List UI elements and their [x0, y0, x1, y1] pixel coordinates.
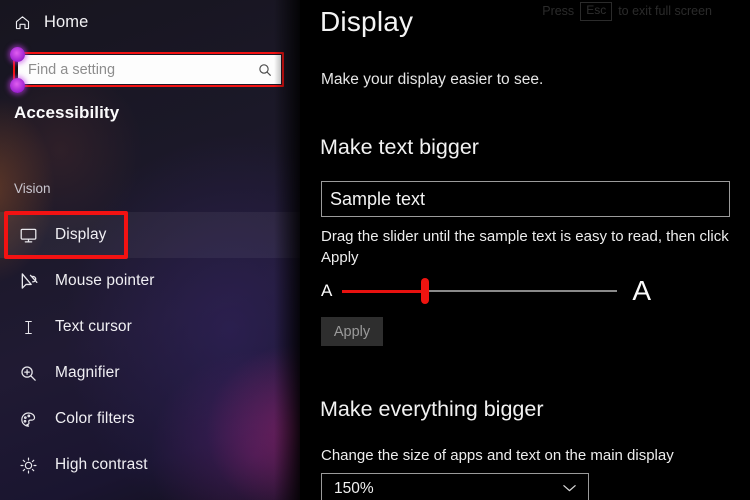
settings-window: Home Accessibility Vision	[0, 0, 750, 500]
slider-min-label: A	[321, 281, 333, 300]
main-content: Press Esc to exit full screen Display Ma…	[300, 0, 750, 500]
home-icon	[14, 14, 31, 31]
chevron-down-icon	[562, 480, 577, 498]
sidebar-item-display[interactable]: Display	[0, 212, 300, 258]
slider-max-label: A	[632, 275, 651, 306]
section-heading-make-text-bigger: Make text bigger	[320, 135, 479, 159]
page-title: Display	[320, 6, 414, 37]
page-subtitle: Make your display easier to see.	[321, 71, 544, 88]
apply-button[interactable]: Apply	[321, 317, 383, 346]
sidebar-item-magnifier[interactable]: Magnifier	[0, 350, 300, 396]
selection-handle-top-icon[interactable]	[10, 47, 25, 62]
sidebar-item-high-contrast[interactable]: High contrast	[0, 442, 300, 488]
sidebar-item-label: Magnifier	[55, 364, 120, 381]
sample-text-preview: Sample text	[321, 181, 730, 217]
exit-fullscreen-hint-prefix: Press	[542, 4, 575, 19]
sidebar-item-mouse-pointer[interactable]: Mouse pointer	[0, 258, 300, 304]
mouse-pointer-icon	[18, 271, 39, 291]
slider-track[interactable]	[342, 278, 618, 304]
search-box[interactable]	[13, 52, 284, 87]
selection-handle-bottom-icon[interactable]	[10, 78, 25, 93]
section-heading-make-everything-bigger: Make everything bigger	[320, 397, 544, 421]
esc-key-glyph: Esc	[580, 2, 613, 21]
home-nav-button[interactable]: Home	[10, 8, 88, 36]
sidebar-nav-list: Display Mouse pointer Text cursor Magnif…	[0, 212, 300, 488]
sidebar-item-label: Text cursor	[55, 318, 132, 335]
page-section-title: Accessibility	[14, 103, 120, 122]
sidebar-item-label: Display	[55, 226, 107, 243]
sidebar-item-color-filters[interactable]: Color filters	[0, 396, 300, 442]
sidebar-item-label: High contrast	[55, 456, 148, 473]
scale-description: Change the size of apps and text on the …	[321, 447, 674, 464]
sidebar-item-label: Color filters	[55, 410, 135, 427]
sidebar: Home Accessibility Vision	[0, 0, 300, 500]
nav-group-header-vision: Vision	[14, 181, 51, 196]
monitor-icon	[18, 226, 39, 245]
sample-text-value: Sample text	[330, 188, 426, 209]
slider-thumb[interactable]	[420, 278, 429, 304]
search-highlight-annotation	[13, 52, 284, 87]
color-filters-icon	[18, 410, 39, 429]
scale-dropdown-value: 150%	[334, 480, 374, 497]
slider-track-fill	[342, 290, 425, 293]
slider-instructions: Drag the slider until the sample text is…	[321, 228, 729, 266]
sidebar-item-label: Mouse pointer	[55, 272, 155, 289]
sidebar-item-text-cursor[interactable]: Text cursor	[0, 304, 300, 350]
text-size-slider[interactable]: A A	[321, 276, 651, 306]
home-nav-label: Home	[44, 12, 89, 31]
text-cursor-icon	[18, 318, 39, 337]
magnifier-icon	[18, 364, 39, 383]
high-contrast-icon	[18, 456, 39, 475]
exit-fullscreen-hint: Press Esc to exit full screen	[542, 2, 712, 21]
exit-fullscreen-hint-suffix: to exit full screen	[618, 4, 712, 19]
scale-dropdown[interactable]: 150%	[321, 473, 589, 500]
